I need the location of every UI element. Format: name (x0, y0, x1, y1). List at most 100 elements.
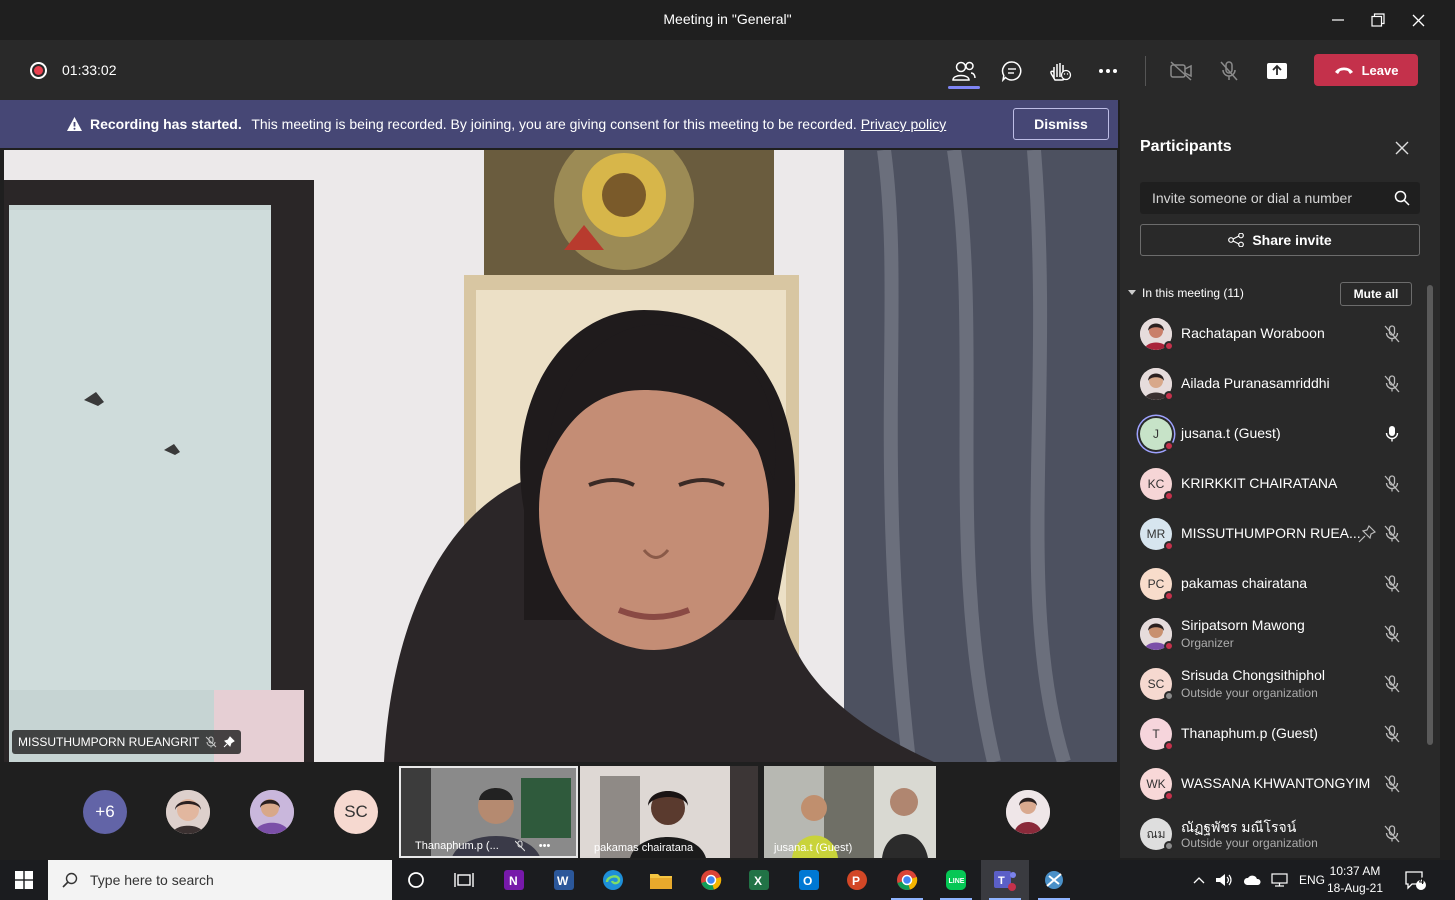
share-screen-button[interactable] (1261, 55, 1293, 87)
svg-text:T: T (998, 875, 1005, 887)
presence-status-dot (1164, 391, 1174, 401)
more-actions-button[interactable] (1092, 55, 1124, 87)
participant-mic-status[interactable] (1383, 725, 1401, 748)
excel-taskbar-app[interactable]: X (735, 860, 783, 900)
line-taskbar-app[interactable]: LINE (932, 860, 980, 900)
participant-mic-status[interactable] (1383, 475, 1401, 498)
window-edge (1440, 40, 1455, 860)
mic-toggle-button[interactable] (1213, 55, 1245, 87)
search-icon (62, 872, 78, 888)
powerpoint-taskbar-app[interactable]: P (833, 860, 881, 900)
taskbar-clock[interactable]: 10:37 AM 18-Aug-21 (1320, 863, 1390, 897)
close-panel-icon[interactable] (1394, 140, 1410, 156)
people-icon (952, 61, 976, 81)
participant-mic-status[interactable] (1383, 525, 1401, 548)
chrome-second-taskbar-app[interactable] (883, 860, 931, 900)
thumbnail-more-icon[interactable]: ••• (539, 840, 551, 852)
chat-icon (1001, 61, 1022, 82)
start-button[interactable] (0, 860, 48, 900)
pin-participant-button[interactable] (1358, 524, 1377, 548)
participant-row[interactable]: PC pakamas chairatana (1140, 559, 1420, 609)
participant-mic-status[interactable] (1383, 375, 1401, 398)
participant-mic-status[interactable] (1383, 775, 1401, 798)
dismiss-button[interactable]: Dismiss (1013, 108, 1109, 140)
panel-scrollbar[interactable] (1427, 285, 1433, 745)
teams-taskbar-app[interactable]: T (981, 860, 1029, 900)
participant-row[interactable]: T Thanaphum.p (Guest) (1140, 709, 1420, 759)
task-view-cortana-button[interactable] (392, 860, 440, 900)
phone-hangup-icon (1334, 67, 1353, 74)
participant-avatar[interactable] (1006, 790, 1050, 834)
participant-mic-status[interactable] (1383, 825, 1401, 848)
onenote-icon: N (504, 870, 524, 890)
thumbnail-name: jusana.t (Guest) (774, 842, 853, 854)
onenote-taskbar-app[interactable]: N (490, 860, 538, 900)
mute-all-button[interactable]: Mute all (1340, 282, 1412, 306)
participant-row[interactable]: Rachatapan Woraboon (1140, 309, 1420, 359)
participant-name: pakamas chairatana (1181, 575, 1308, 591)
profile-photo (166, 790, 210, 834)
participant-row[interactable]: Jjusana.t (Guest) (1140, 409, 1420, 459)
presence-status-dot (1164, 741, 1174, 751)
participants-button[interactable] (948, 55, 980, 87)
word-taskbar-app[interactable]: W (540, 860, 588, 900)
more-icon (1099, 69, 1117, 73)
minimize-icon (1332, 19, 1344, 21)
privacy-policy-link[interactable]: Privacy policy (861, 116, 947, 132)
share-invite-button[interactable]: Share invite (1140, 224, 1420, 256)
participant-row[interactable]: SC Srisuda Chongsithiphol Outside your org… (1140, 659, 1420, 709)
leave-button[interactable]: Leave (1314, 54, 1418, 86)
participant-mic-status[interactable] (1383, 575, 1401, 598)
onedrive-cloud-icon[interactable] (1243, 873, 1261, 887)
snipping-tool-taskbar-app[interactable] (1030, 860, 1078, 900)
participant-mic-status[interactable] (1383, 425, 1401, 448)
participant-row[interactable]: WK WASSANA KHWANTONGYIM (1140, 759, 1420, 809)
task-view-button[interactable] (440, 860, 488, 900)
participant-mic-status[interactable] (1383, 675, 1401, 698)
video-thumbnail[interactable]: Thanaphum.p (... ••• (399, 766, 578, 858)
outlook-taskbar-app[interactable]: O (785, 860, 833, 900)
pin-icon[interactable] (1358, 524, 1377, 543)
participant-row[interactable]: ณม ณัฏฐพัชร มณีโรจน์ Outside your organiza… (1140, 809, 1420, 859)
participant-avatar[interactable] (250, 790, 294, 834)
participant-row[interactable]: KC KRIRKKIT CHAIRATANA (1140, 459, 1420, 509)
mic-off-icon (1384, 625, 1400, 643)
window-title: Meeting in "General" (663, 11, 792, 27)
raise-hand-icon (1050, 63, 1072, 81)
action-center-button[interactable]: 4 (1395, 860, 1435, 900)
chrome-taskbar-app[interactable] (687, 860, 735, 900)
file-explorer-taskbar-app[interactable] (637, 860, 685, 900)
word-icon: W (554, 870, 574, 890)
edge-taskbar-app[interactable] (589, 860, 637, 900)
minimize-button[interactable] (1318, 0, 1358, 40)
close-window-button[interactable] (1398, 0, 1438, 40)
participant-row[interactable]: Siripatsorn Mawong Organizer (1140, 609, 1420, 659)
taskbar-search-box[interactable]: Type here to search (48, 860, 392, 900)
reactions-button[interactable] (1044, 55, 1076, 87)
more-participants-button[interactable]: +6 (83, 790, 127, 834)
participant-name: Thanaphum.p (Guest) (1181, 725, 1318, 741)
active-tab-indicator (948, 86, 980, 89)
restore-button[interactable] (1358, 0, 1398, 40)
windows-taskbar: Type here to search N W X O P LINE T ENG… (0, 860, 1455, 900)
task-view-icon (454, 873, 474, 887)
share-invite-label: Share invite (1252, 232, 1332, 248)
volume-icon[interactable] (1215, 873, 1233, 887)
video-thumbnail[interactable]: pakamas chairatana (580, 766, 758, 858)
in-meeting-section-header[interactable]: In this meeting (11) (1128, 286, 1244, 300)
mic-off-icon (1384, 675, 1400, 693)
camera-toggle-button[interactable] (1165, 55, 1197, 87)
profile-photo (250, 790, 294, 834)
video-thumbnail[interactable]: jusana.t (Guest) (764, 766, 936, 858)
participant-initials-avatar[interactable]: SC (334, 790, 378, 834)
participant-avatar[interactable] (166, 790, 210, 834)
participant-mic-status[interactable] (1383, 325, 1401, 348)
participant-row[interactable]: Ailada Puranasamriddhi (1140, 359, 1420, 409)
invite-placeholder: Invite someone or dial a number (1152, 190, 1352, 206)
network-icon[interactable] (1271, 873, 1289, 887)
chevron-up-icon[interactable] (1193, 876, 1205, 884)
invite-search-input[interactable]: Invite someone or dial a number (1140, 182, 1420, 214)
participant-row[interactable]: MR MISSUTHUMPORN RUEA... (1140, 509, 1420, 559)
chat-button[interactable] (996, 55, 1028, 87)
participant-mic-status[interactable] (1383, 625, 1401, 648)
